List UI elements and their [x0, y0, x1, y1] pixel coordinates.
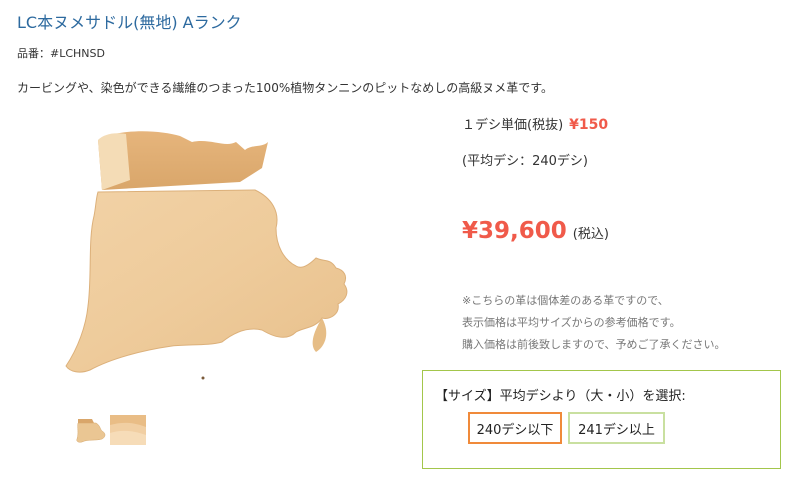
thumbnail-closeup[interactable] [110, 415, 146, 445]
product-sku: 品番：#LCHNSD [17, 47, 105, 60]
size-selector: 【サイズ】平均デシより（大・小）を選択: 240デシ以下 241デシ以上 [422, 370, 781, 469]
unit-price-label: １デシ単価(税抜) [462, 118, 564, 133]
note-line: 表示価格は平均サイズからの参考価格です。 [462, 316, 681, 329]
total-price: ¥39,600 [462, 218, 567, 244]
size-selector-label: 【サイズ】平均デシより（大・小）を選択: [435, 389, 686, 404]
tax-label: (税込) [572, 227, 609, 242]
unit-price-line: １デシ単価(税抜) ¥150 [462, 114, 608, 133]
price-notes: ※こちらの革は個体差のある革ですので、 表示価格は平均サイズからの参考価格です。… [462, 290, 726, 356]
average-size: (平均デシ：240デシ) [462, 154, 588, 169]
leather-hide-image [65, 131, 348, 380]
product-description: カービングや、染色ができる繊維のつまった100%植物タンニンのピットなめしの高級… [17, 81, 554, 95]
product-title: LC本ヌメサドル(無地) Aランク [17, 13, 242, 32]
thumbnail-hide[interactable] [72, 415, 108, 445]
note-line: 購入価格は前後致しますので、予めご了承ください。 [462, 338, 726, 351]
price-line: ¥39,600 (税込) [462, 218, 609, 244]
note-line: ※こちらの革は個体差のある革ですので、 [462, 294, 669, 307]
leather-closeup-thumbnail-icon [110, 415, 146, 445]
size-option-240-or-less[interactable]: 240デシ以下 [468, 412, 562, 444]
size-option-241-or-more[interactable]: 241デシ以上 [568, 412, 665, 444]
unit-price: ¥150 [569, 117, 609, 133]
leather-hide-thumbnail-icon [72, 415, 108, 445]
